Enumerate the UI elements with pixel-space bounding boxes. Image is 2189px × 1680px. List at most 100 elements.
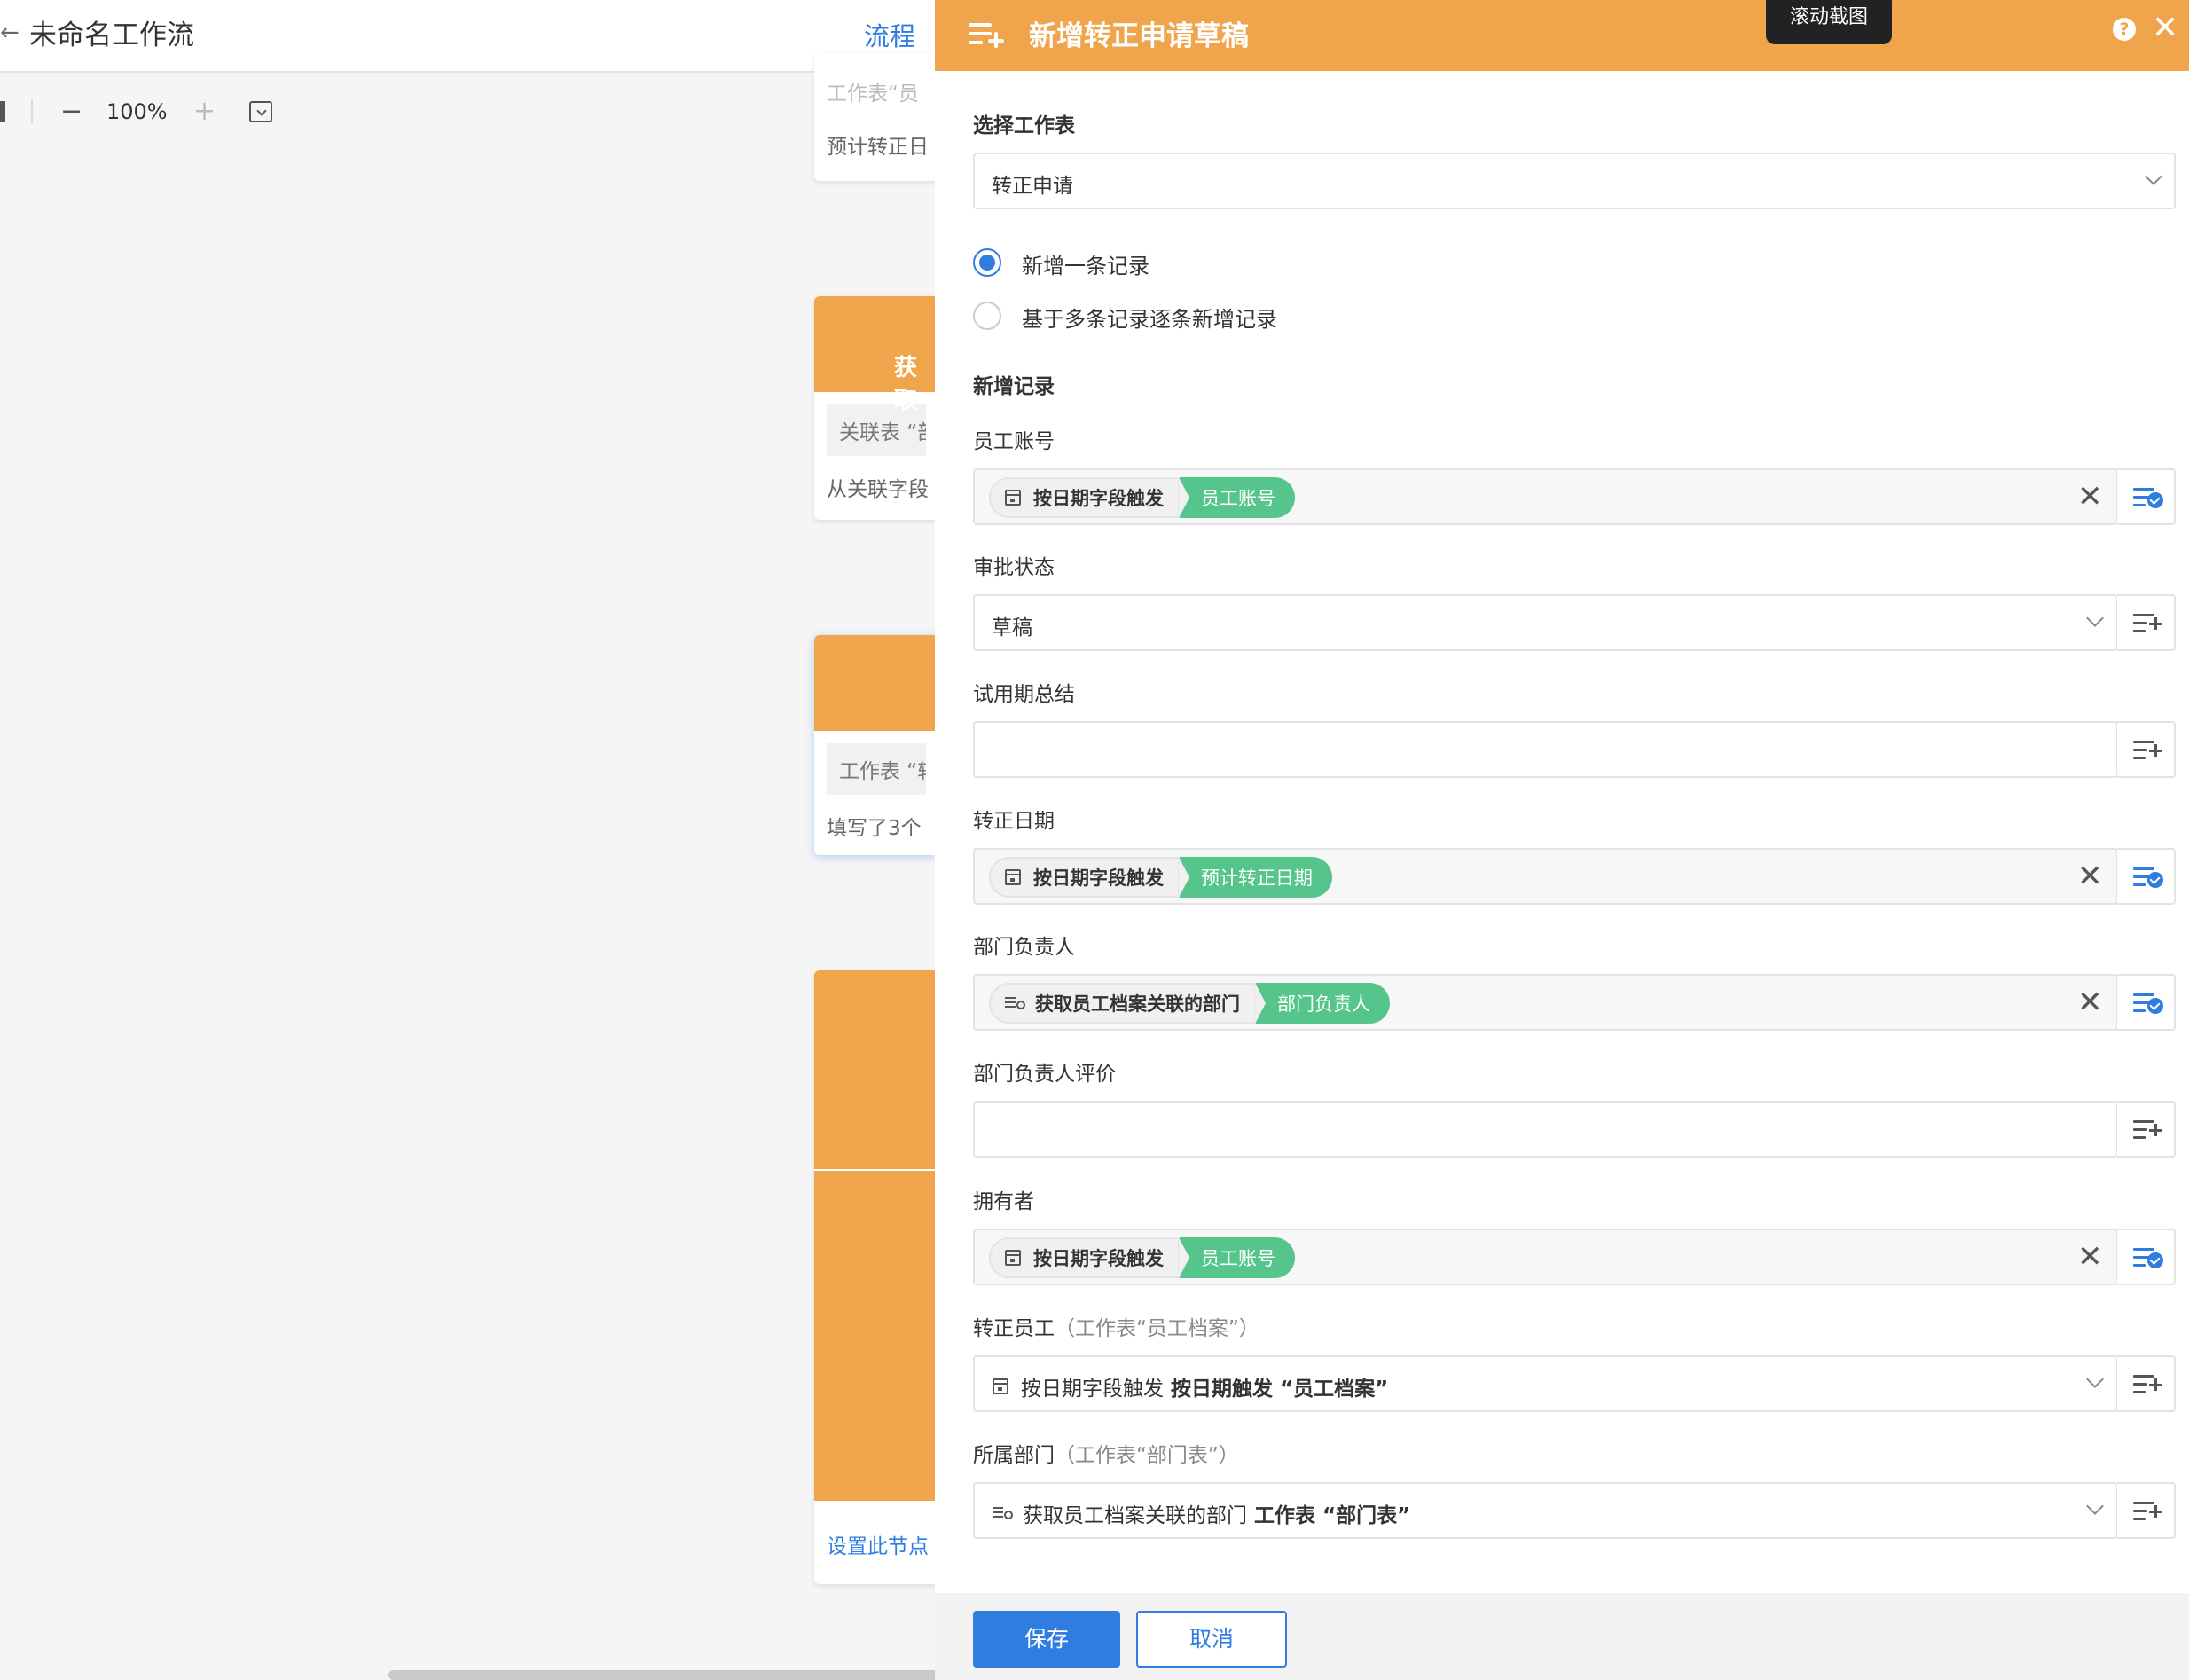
insert-field-button[interactable] [2117, 1355, 2176, 1412]
department-select[interactable]: 获取员工档案关联的部门 工作表 “部门表” [973, 1482, 2118, 1539]
zoom-level: 100% [106, 99, 168, 124]
clear-icon[interactable]: ✕ [2077, 985, 2103, 1020]
field-label: 所属部门（工作表“部门表”） [973, 1444, 1239, 1467]
ref-target: 按日期触发 “员工档案” [1171, 1378, 1389, 1401]
node-title: 获取 [894, 355, 918, 414]
field-label: 试用期总结 [973, 683, 1075, 706]
calendar-icon [1005, 490, 1021, 506]
tag-source: 按日期字段触发 [1033, 488, 1164, 509]
dynamic-value-tag[interactable]: 按日期字段触发 预计转正日期 [989, 857, 1332, 898]
select-sheet-label: 选择工作表 [973, 114, 1075, 137]
zoom-out-button[interactable]: − [60, 96, 82, 128]
node-detail: 预计转正日 [827, 136, 929, 159]
divider [31, 99, 33, 124]
insert-field-button[interactable] [2117, 594, 2176, 651]
tag-source: 获取员工档案关联的部门 [1035, 993, 1240, 1015]
field-source-button[interactable] [2117, 1229, 2176, 1285]
ref-target: 工作表 “部门表” [1254, 1504, 1411, 1527]
field-label: 转正员工（工作表“员工档案”） [973, 1317, 1259, 1340]
field-sublabel: （工作表“员工档案”） [1055, 1317, 1259, 1340]
dept-head-review-input[interactable] [973, 1101, 2118, 1158]
field-label: 部门负责人评价 [973, 1063, 1116, 1086]
employee-account-field[interactable]: 按日期字段触发 员工账号 ✕ [973, 468, 2118, 525]
tab-flow[interactable]: 流程 [864, 16, 915, 53]
insert-field-button[interactable] [2117, 1482, 2176, 1539]
ref-source: 获取员工档案关联的部门 [1023, 1504, 1247, 1527]
close-icon[interactable]: ✕ [2152, 11, 2178, 46]
lookup-icon [1005, 997, 1025, 1009]
dynamic-value-tag[interactable]: 按日期字段触发 员工账号 [989, 1237, 1295, 1278]
insert-field-button[interactable] [2117, 1101, 2176, 1158]
ref-source: 按日期字段触发 [1021, 1378, 1164, 1401]
check-circle-icon [2147, 872, 2163, 888]
insert-field-button[interactable] [2117, 721, 2176, 778]
panel-title: 新增转正申请草稿 [1029, 20, 1249, 52]
clear-icon[interactable]: ✕ [2077, 1239, 2103, 1275]
field-source-button[interactable] [2117, 974, 2176, 1031]
field-source-button[interactable] [2117, 848, 2176, 905]
workflow-topbar: ← 未命名工作流 流程 [0, 0, 935, 73]
dynamic-value-tag[interactable]: 获取员工档案关联的部门 部门负责人 [989, 983, 1390, 1024]
dynamic-value-tag[interactable]: 按日期字段触发 员工账号 [989, 477, 1295, 518]
workflow-title[interactable]: 未命名工作流 [29, 12, 194, 52]
node-header: 获取 [814, 296, 938, 414]
node-settings-panel: 新增转正申请草稿 ? ✕ 选择工作表 转正申请 新增一条记录 基于多条记录逐条新… [935, 0, 2189, 1680]
radio-single-record[interactable] [973, 248, 1001, 277]
check-circle-icon [2147, 1252, 2163, 1268]
node-detail-box: 工作表 “转 [827, 743, 926, 795]
configure-node-link[interactable]: 设置此节点 [814, 1501, 938, 1559]
calendar-icon [1005, 1250, 1021, 1266]
confirm-employee-select[interactable]: 按日期字段触发 按日期触发 “员工档案” [973, 1355, 2118, 1412]
field-label: 拥有者 [973, 1190, 1034, 1213]
approval-status-value: 草稿 [992, 616, 1032, 640]
radio-label[interactable]: 基于多条记录逐条新增记录 [1022, 302, 1277, 333]
toolbar-handle-icon[interactable] [0, 101, 5, 122]
horizontal-scrollbar[interactable] [388, 1670, 938, 1680]
chevron-down-icon [2086, 1497, 2104, 1515]
back-arrow-icon[interactable]: ← [0, 20, 20, 46]
workflow-node-branch[interactable]: 设置此节点 [814, 970, 938, 1584]
panel-header: 新增转正申请草稿 ? ✕ [935, 0, 2189, 71]
node-header [814, 1171, 938, 1501]
field-label: 部门负责人 [973, 936, 1075, 959]
sheet-select-value: 转正申请 [992, 175, 1073, 198]
chevron-down-icon [2086, 1370, 2104, 1388]
clear-icon[interactable]: ✕ [2077, 859, 2103, 894]
owner-field[interactable]: 按日期字段触发 员工账号 ✕ [973, 1229, 2118, 1285]
cancel-button[interactable]: 取消 [1136, 1611, 1287, 1668]
radio-multi-record[interactable] [973, 302, 1001, 330]
sheet-select[interactable]: 转正申请 [973, 153, 2176, 209]
radio-label[interactable]: 新增一条记录 [1022, 248, 1149, 279]
node-detail: 工作表“员 [827, 82, 919, 106]
field-label: 员工账号 [973, 430, 1055, 453]
check-circle-icon [2147, 492, 2163, 508]
workflow-node[interactable]: 工作表“员 预计转正日 [814, 53, 938, 181]
calendar-icon [1005, 869, 1021, 885]
panel-footer: 保存 取消 [935, 1593, 2189, 1680]
field-label: 转正日期 [973, 810, 1055, 833]
section-title: 新增记录 [973, 375, 1055, 398]
node-detail: 从关联字段 [827, 478, 929, 501]
help-icon[interactable]: ? [2113, 18, 2136, 41]
node-header [814, 635, 938, 731]
node-detail: 填写了3个 [827, 817, 922, 840]
field-source-button[interactable] [2117, 468, 2176, 525]
zoom-toolbar: − 100% + [0, 96, 293, 128]
confirm-date-field[interactable]: 按日期字段触发 预计转正日期 ✕ [973, 848, 2118, 905]
check-circle-icon [2147, 998, 2163, 1014]
dept-head-field[interactable]: 获取员工档案关联的部门 部门负责人 ✕ [973, 974, 2118, 1031]
chevron-down-icon [2145, 168, 2162, 185]
add-record-icon [969, 20, 1004, 50]
field-label: 审批状态 [973, 556, 1055, 579]
approval-status-select[interactable]: 草稿 [973, 594, 2118, 651]
calendar-icon [993, 1378, 1008, 1394]
fit-screen-icon[interactable] [249, 101, 272, 122]
tag-field: 员工账号 [1179, 1237, 1295, 1278]
clear-icon[interactable]: ✕ [2077, 479, 2103, 514]
scroll-screenshot-tooltip: 滚动截图 [1766, 0, 1892, 44]
zoom-in-button[interactable]: + [193, 96, 216, 128]
workflow-node-add-record[interactable]: 工作表 “转 填写了3个 [814, 635, 938, 855]
save-button[interactable]: 保存 [973, 1611, 1120, 1668]
workflow-node-get-related[interactable]: 获取 关联表 “部 从关联字段 [814, 296, 938, 520]
probation-summary-input[interactable] [973, 721, 2118, 778]
